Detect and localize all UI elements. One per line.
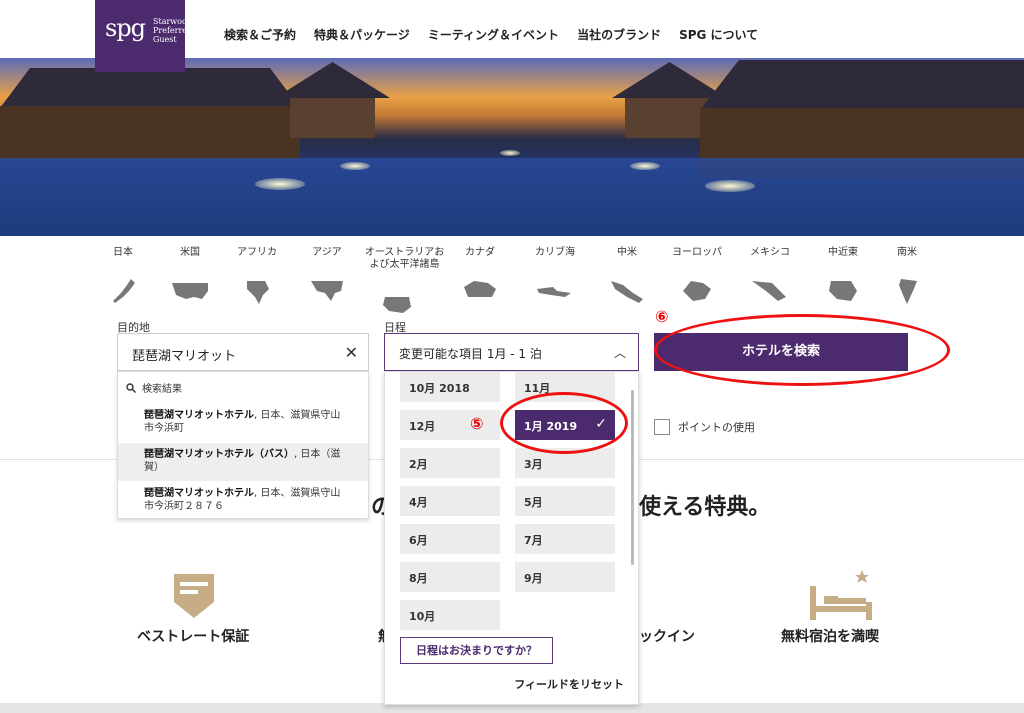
- benefit-best-rate: ベストレート保証: [137, 629, 250, 645]
- region-selector: 日本 米国 アフリカ アジア オーストラリアおよび太平洋諸島 カナダ カリブ海 …: [100, 247, 930, 317]
- month-option[interactable]: 11月: [515, 372, 615, 402]
- south-america-map-icon: [899, 279, 917, 304]
- region-south-america[interactable]: 南米: [872, 247, 942, 304]
- caribbean-map-icon: [537, 287, 571, 297]
- reset-fields-link[interactable]: フィールドをリセット: [514, 676, 624, 692]
- japan-map-icon: [113, 279, 135, 303]
- logo-subtitle: Starwood Preferred Guest: [153, 17, 193, 44]
- nav-search-booking[interactable]: 検索＆ご予約: [224, 26, 296, 43]
- region-asia[interactable]: アジア: [292, 247, 362, 301]
- month-option[interactable]: 12月: [400, 410, 500, 440]
- destination-suggestions: 検索結果 琵琶湖マリオットホテル, 日本、滋賀県守山市今浜町 琵琶湖マリオットホ…: [117, 371, 369, 519]
- europe-map-icon: [683, 281, 711, 301]
- benefit-free-night: 無料宿泊を満喫: [781, 629, 879, 645]
- region-central-america[interactable]: 中米: [592, 247, 662, 303]
- month-option[interactable]: 5月: [515, 486, 615, 516]
- month-option[interactable]: 10月: [400, 600, 500, 630]
- region-africa[interactable]: アフリカ: [222, 247, 292, 304]
- australia-map-icon: [383, 297, 411, 313]
- hero-image: [0, 58, 1024, 236]
- month-picker: 10月 2018 11月 12月 1月 2019 ✓ 2月 3月 4月 5月 6月…: [384, 371, 639, 705]
- month-scrollbar[interactable]: [631, 390, 634, 565]
- check-icon: ✓: [595, 416, 607, 432]
- asia-map-icon: [311, 281, 343, 301]
- clear-icon[interactable]: ✕: [345, 343, 358, 362]
- main-nav: 検索＆ご予約 特典＆パッケージ ミーティング＆イベント 当社のブランド SPG …: [224, 26, 758, 43]
- region-mexico[interactable]: メキシコ: [735, 247, 805, 301]
- search-hotels-button[interactable]: ホテルを検索: [654, 333, 908, 371]
- mexico-map-icon: [752, 281, 786, 301]
- month-option[interactable]: 4月: [400, 486, 500, 516]
- region-usa[interactable]: 米国: [155, 247, 225, 299]
- month-option[interactable]: 3月: [515, 448, 615, 478]
- usa-map-icon: [172, 283, 208, 299]
- suggestion-item[interactable]: 琵琶湖マリオットホテル, 日本、滋賀県守山市今浜町: [118, 409, 368, 435]
- suggest-header: 検索結果: [126, 380, 182, 395]
- chevron-up-icon: ︿: [613, 346, 626, 360]
- use-points-label: ポイントの使用: [678, 421, 755, 434]
- region-caribbean[interactable]: カリブ海: [520, 247, 590, 297]
- nav-about-spg[interactable]: SPG について: [679, 26, 758, 43]
- month-option[interactable]: 2月: [400, 448, 500, 478]
- region-middle-east[interactable]: 中近東: [808, 247, 878, 301]
- dates-undecided-button[interactable]: 日程はお決まりですか？: [400, 637, 553, 664]
- logo-mark: spg: [105, 14, 146, 42]
- africa-map-icon: [247, 281, 269, 304]
- month-option[interactable]: 7月: [515, 524, 615, 554]
- spg-logo[interactable]: spg Starwood Preferred Guest: [95, 0, 192, 72]
- nav-brands[interactable]: 当社のブランド: [577, 26, 661, 43]
- month-option[interactable]: 10月 2018: [400, 372, 500, 402]
- suggestion-item[interactable]: 琵琶湖マリオットホテル, 日本、滋賀県守山市今浜町２８７６: [118, 487, 368, 513]
- middle-east-map-icon: [829, 281, 857, 301]
- month-option-selected[interactable]: 1月 2019 ✓: [515, 410, 615, 440]
- destination-value: 琵琶湖マリオット: [132, 349, 237, 364]
- region-oceania[interactable]: オーストラリアおよび太平洋諸島: [362, 247, 447, 313]
- bed-star-icon: [810, 570, 872, 620]
- annotation-six: ⑥: [655, 307, 669, 326]
- use-points-option[interactable]: ポイントの使用: [654, 419, 755, 435]
- use-points-checkbox[interactable]: [654, 419, 670, 435]
- date-value: 変更可能な項目 1月 - 1 泊: [399, 347, 542, 361]
- suggestion-item[interactable]: 琵琶湖マリオットホテル（バス）, 日本（滋賀）: [118, 443, 368, 481]
- section-heading-right: 使える特典。: [639, 495, 771, 520]
- search-icon: [126, 382, 136, 393]
- region-canada[interactable]: カナダ: [445, 247, 515, 297]
- canada-map-icon: [464, 281, 496, 297]
- month-option[interactable]: 8月: [400, 562, 500, 592]
- date-select[interactable]: 変更可能な項目 1月 - 1 泊 ︿: [384, 333, 639, 371]
- nav-offers-packages[interactable]: 特典＆パッケージ: [314, 26, 410, 43]
- region-japan[interactable]: 日本: [88, 247, 158, 303]
- region-europe[interactable]: ヨーロッパ: [662, 247, 732, 301]
- month-option[interactable]: 9月: [515, 562, 615, 592]
- destination-input[interactable]: 琵琶湖マリオット ✕: [117, 333, 369, 371]
- shield-tag-icon: [174, 574, 214, 618]
- month-option[interactable]: 6月: [400, 524, 500, 554]
- nav-meetings-events[interactable]: ミーティング＆イベント: [428, 26, 559, 43]
- central-america-map-icon: [611, 281, 643, 303]
- benefit-checkin: ックイン: [639, 629, 695, 645]
- annotation-five: ⑤: [470, 414, 484, 433]
